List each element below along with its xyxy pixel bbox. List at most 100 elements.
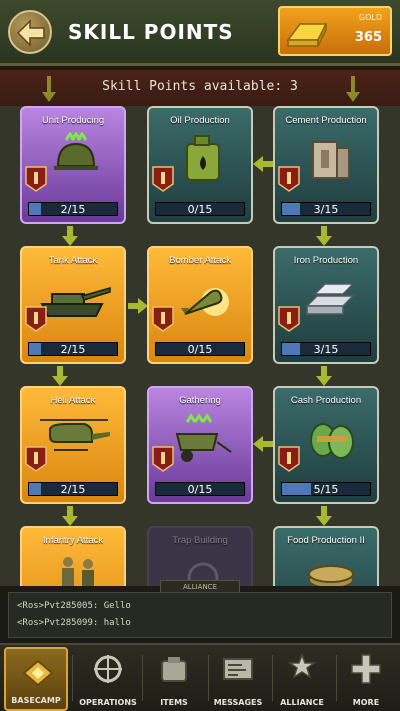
skill-name: Heli Attack bbox=[50, 395, 96, 406]
basecamp-icon bbox=[22, 659, 54, 687]
skill-progress-bar: 2/15 bbox=[28, 202, 118, 216]
skill-card-trap-building[interactable]: Trap Building bbox=[147, 526, 253, 586]
nav-label: OPERATIONS bbox=[79, 698, 137, 707]
skill-card-tank-attack[interactable]: Tank Attack 2/15 bbox=[20, 246, 126, 364]
nav-label: MORE bbox=[352, 698, 380, 707]
down-arrow-icon bbox=[62, 506, 78, 526]
skill-progress-bar: 0/15 bbox=[155, 202, 245, 216]
skill-progress: 2/15 bbox=[60, 343, 86, 356]
skill-progress-bar: 3/15 bbox=[281, 202, 371, 216]
nav-more[interactable]: MORE bbox=[334, 647, 398, 711]
rank-badge-icon bbox=[278, 166, 300, 192]
skill-card-infantry-attack[interactable]: Infantry Attack bbox=[20, 526, 126, 586]
items-icon bbox=[161, 657, 187, 682]
skill-name: Bomber Attack bbox=[169, 255, 231, 266]
messages-icon bbox=[223, 658, 253, 680]
down-arrow-icon bbox=[316, 226, 332, 246]
skill-progress-bar: 5/15 bbox=[281, 482, 371, 496]
helmet-icon bbox=[54, 132, 98, 170]
rank-badge-icon bbox=[152, 306, 174, 332]
helicopter-icon bbox=[40, 419, 110, 451]
oil-canister-icon bbox=[186, 135, 220, 181]
down-arrow-icon bbox=[62, 226, 78, 246]
gold-bar-icon bbox=[286, 23, 328, 47]
rank-badge-icon bbox=[25, 166, 47, 192]
down-arrow-icon bbox=[316, 506, 332, 526]
rank-badge-icon bbox=[152, 446, 174, 472]
rank-badge-icon bbox=[152, 166, 174, 192]
skill-card-gathering[interactable]: Gathering 0/15 bbox=[147, 386, 253, 504]
nav-operations[interactable]: OPERATIONS bbox=[76, 647, 140, 711]
skill-card-heli-attack[interactable]: Heli Attack 2/15 bbox=[20, 386, 126, 504]
skill-progress-bar: 3/15 bbox=[281, 342, 371, 356]
nav-alliance[interactable]: ALLIANCE bbox=[270, 647, 334, 711]
bottom-nav: BASECAMP OPERATIONS ITEMS MESSAGES ALLIA… bbox=[0, 643, 400, 711]
nav-basecamp[interactable]: BASECAMP bbox=[4, 647, 68, 711]
iron-bars-icon bbox=[305, 283, 355, 315]
skill-card-cash-production[interactable]: Cash Production 5/15 bbox=[273, 386, 379, 504]
skill-name: Gathering bbox=[179, 395, 221, 406]
page-title: SKILL POINTS bbox=[68, 20, 234, 44]
skill-card-unit-producing[interactable]: Unit Producing 2/15 bbox=[20, 106, 126, 224]
skill-card-cement-production[interactable]: Cement Production 3/15 bbox=[273, 106, 379, 224]
chat-message: <Ros>Pvt285099: hallo bbox=[17, 618, 131, 628]
back-button[interactable] bbox=[8, 10, 52, 54]
skill-name: Unit Producing bbox=[41, 115, 105, 126]
nav-label: MESSAGES bbox=[213, 698, 263, 707]
soldiers-icon bbox=[62, 557, 94, 586]
gold-counter[interactable]: GOLD 365 bbox=[278, 6, 392, 56]
rank-badge-icon bbox=[278, 306, 300, 332]
left-arrow-icon bbox=[253, 156, 273, 172]
skill-card-food-production-ii[interactable]: Food Production II bbox=[273, 526, 379, 586]
gold-value: 365 bbox=[354, 30, 382, 45]
bomb-icon bbox=[181, 288, 229, 316]
skill-progress-bar: 2/15 bbox=[28, 482, 118, 496]
right-arrow-icon bbox=[128, 298, 148, 314]
skill-progress: 2/15 bbox=[60, 203, 86, 216]
skill-card-oil-production[interactable]: Oil Production 0/15 bbox=[147, 106, 253, 224]
down-arrow-icon bbox=[316, 366, 332, 386]
skill-name: Oil Production bbox=[170, 115, 230, 126]
skill-progress-bar: 2/15 bbox=[28, 342, 118, 356]
nav-label: BASECAMP bbox=[11, 696, 61, 705]
skill-progress-bar: 0/15 bbox=[155, 342, 245, 356]
skill-progress: 0/15 bbox=[187, 343, 213, 356]
nav-messages[interactable]: MESSAGES bbox=[206, 647, 270, 711]
skill-name: Cement Production bbox=[285, 115, 367, 126]
nav-items[interactable]: ITEMS bbox=[142, 647, 206, 711]
nav-label: ALLIANCE bbox=[280, 698, 324, 707]
header-bar: SKILL POINTS GOLD 365 bbox=[0, 0, 400, 66]
left-arrow-icon bbox=[253, 436, 273, 452]
plus-icon bbox=[351, 654, 381, 684]
skill-name: Infantry Attack bbox=[42, 535, 104, 546]
tank-icon bbox=[40, 287, 111, 317]
down-arrow-icon bbox=[346, 76, 360, 102]
skill-points-banner: Skill Points available: 3 bbox=[0, 70, 400, 106]
cash-roll-icon bbox=[310, 423, 354, 459]
gold-label: GOLD bbox=[358, 13, 382, 22]
skill-card-iron-production[interactable]: Iron Production 3/15 bbox=[273, 246, 379, 364]
skill-progress: 3/15 bbox=[313, 203, 339, 216]
skill-name: Cash Production bbox=[290, 395, 362, 406]
skill-card-bomber-attack[interactable]: Bomber Attack 0/15 bbox=[147, 246, 253, 364]
skill-points-available: Skill Points available: 3 bbox=[102, 79, 298, 94]
nav-label: ITEMS bbox=[160, 698, 188, 707]
skill-progress: 5/15 bbox=[313, 483, 339, 496]
back-arrow-icon bbox=[16, 19, 45, 47]
skill-name: Trap Building bbox=[172, 535, 228, 546]
down-arrow-icon bbox=[52, 366, 68, 386]
cart-icon bbox=[175, 413, 232, 462]
skill-progress-bar: 0/15 bbox=[155, 482, 245, 496]
skill-progress: 0/15 bbox=[187, 483, 213, 496]
rank-badge-icon bbox=[278, 446, 300, 472]
coins-icon bbox=[308, 565, 354, 586]
skill-tree: Unit Producing 2/15 Oil Production 0/15 … bbox=[0, 106, 400, 586]
skill-progress: 0/15 bbox=[187, 203, 213, 216]
cement-block-icon bbox=[312, 141, 350, 179]
skill-progress: 3/15 bbox=[313, 343, 339, 356]
skill-name: Iron Production bbox=[293, 255, 359, 266]
chat-panel[interactable]: <Ros>Pvt285005: Gello <Ros>Pvt285099: ha… bbox=[8, 592, 392, 638]
skill-name: Tank Attack bbox=[48, 255, 98, 266]
skill-progress: 2/15 bbox=[60, 483, 86, 496]
rank-badge-icon bbox=[25, 446, 47, 472]
